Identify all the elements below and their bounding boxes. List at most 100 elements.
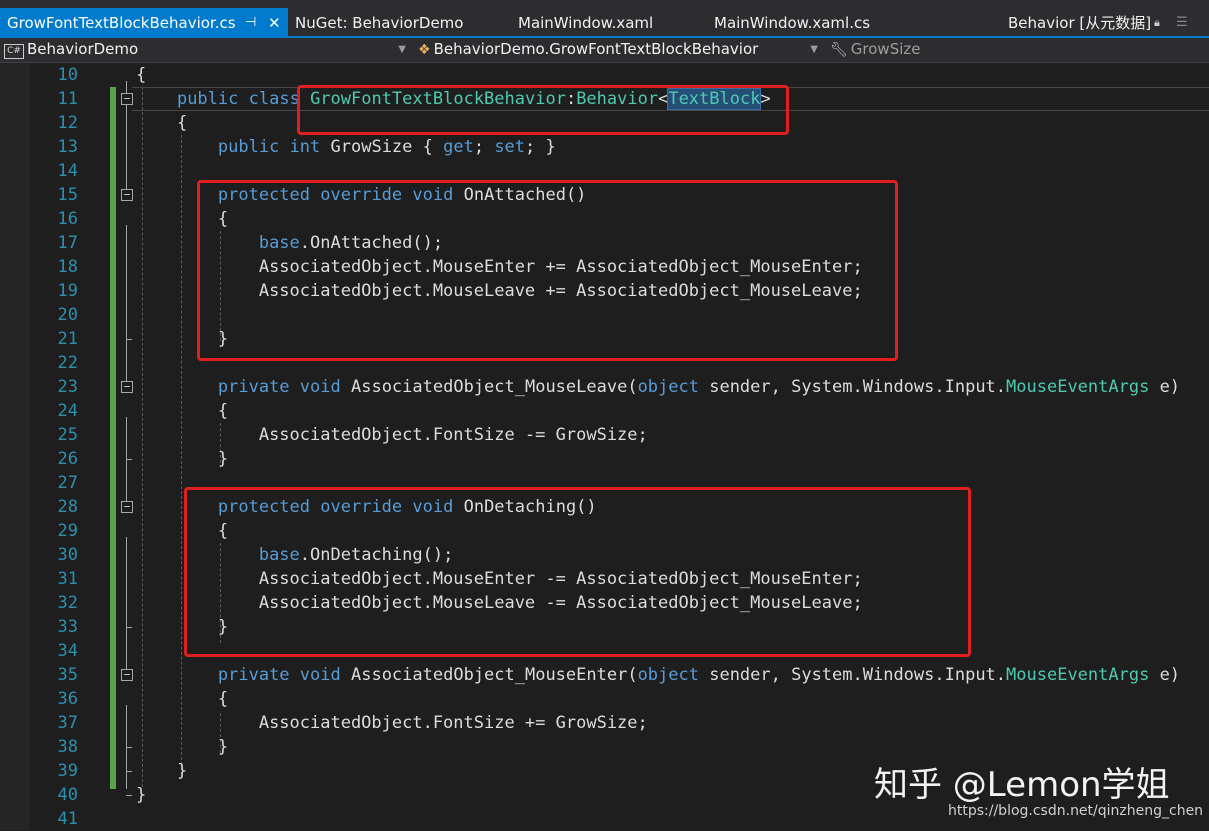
line-number: 39 <box>57 761 78 781</box>
code-token: e) <box>1149 665 1181 685</box>
line-number: 13 <box>57 137 78 157</box>
keyword-token: void <box>299 665 341 685</box>
tab-overflow-menu-icon[interactable]: ☰ <box>1176 8 1188 38</box>
keyword-token: object <box>637 665 699 685</box>
code-line[interactable]: } <box>136 447 228 471</box>
code-line[interactable]: { <box>136 63 146 87</box>
highlight-box-class-declaration <box>297 85 789 135</box>
type-dropdown[interactable]: ❖ BehaviorDemo.GrowFontTextBlockBehavior … <box>418 38 824 61</box>
line-number: 23 <box>57 377 78 397</box>
keyword-token: get <box>443 137 474 157</box>
type-token: MouseEventArgs <box>1006 377 1150 397</box>
code-line[interactable]: AssociatedObject.FontSize -= GrowSize; <box>136 423 648 447</box>
code-token: { <box>217 689 229 709</box>
line-number: 15 <box>57 185 78 205</box>
code-token: } <box>176 761 188 781</box>
outline-line <box>126 537 127 669</box>
code-line[interactable]: private void AssociatedObject_MouseLeave… <box>136 375 1180 399</box>
line-number: 10 <box>57 65 78 85</box>
line-number: 35 <box>57 665 78 685</box>
keyword-token: private <box>217 665 290 685</box>
keyword-token: void <box>299 377 341 397</box>
outline-end-tick <box>126 627 132 628</box>
property-wrench-icon: 🔧︎ <box>830 42 848 58</box>
code-token: AssociatedObject.FontSize -= GrowSize; <box>258 425 648 445</box>
keyword-token: public <box>217 137 280 157</box>
outline-end-tick <box>126 795 132 796</box>
line-number: 29 <box>57 521 78 541</box>
line-number: 36 <box>57 689 78 709</box>
code-token: { <box>217 401 229 421</box>
line-number: 27 <box>57 473 78 493</box>
code-line[interactable]: } <box>136 759 187 783</box>
code-token: AssociatedObject_MouseLeave( <box>340 377 638 397</box>
code-line[interactable]: public int GrowSize { get; set; } <box>136 135 556 159</box>
line-number: 30 <box>57 545 78 565</box>
line-number: 34 <box>57 641 78 661</box>
code-line[interactable]: { <box>136 111 187 135</box>
line-number: 19 <box>57 281 78 301</box>
code-editor[interactable]: 10 11 12 13 14 15 16 17 18 19 20 21 22 23 24 25 26 27 28 29… <box>0 63 1209 830</box>
csharp-project-icon: C# <box>4 44 24 59</box>
line-number: 12 <box>57 113 78 133</box>
outline-end-tick <box>126 747 132 748</box>
code-line[interactable]: private void AssociatedObject_MouseEnter… <box>136 663 1180 687</box>
change-tracking-bar <box>110 87 116 789</box>
tab-growfonttextblockbehavior-cs[interactable]: GrowFontTextBlockBehavior.cs ⊣ ✕ <box>0 8 288 38</box>
project-dropdown[interactable]: C# BehaviorDemo ▼ <box>4 38 412 61</box>
keyword-token: public <box>176 89 239 109</box>
type-name: BehaviorDemo.GrowFontTextBlockBehavior <box>433 40 759 58</box>
chevron-down-icon: ▼ <box>810 44 818 55</box>
line-number: 31 <box>57 569 78 589</box>
code-token: } <box>136 785 147 805</box>
outline-line <box>126 81 127 93</box>
code-line[interactable]: } <box>136 735 228 759</box>
code-line[interactable]: { <box>136 399 228 423</box>
pin-icon[interactable]: ⊣ <box>245 8 256 38</box>
collapse-icon[interactable]: − <box>121 669 133 681</box>
line-number: 40 <box>57 785 78 805</box>
project-name: BehaviorDemo <box>27 40 139 58</box>
highlight-box-ondetaching <box>184 487 971 657</box>
line-number: 17 <box>57 233 78 253</box>
keyword-token: class <box>248 89 300 109</box>
line-number: 20 <box>57 305 78 325</box>
line-number: 21 <box>57 329 78 349</box>
collapse-icon[interactable]: − <box>121 501 133 513</box>
tab-behavior-metadata[interactable]: Behavior [从元数据] 🔒︎ <box>1008 8 1160 38</box>
code-line[interactable]: AssociatedObject.FontSize += GrowSize; <box>136 711 648 735</box>
keyword-token: private <box>217 377 290 397</box>
type-token: MouseEventArgs <box>1006 665 1150 685</box>
line-number: 38 <box>57 737 78 757</box>
code-line[interactable]: { <box>136 687 228 711</box>
line-number: 41 <box>57 809 78 829</box>
line-number: 25 <box>57 425 78 445</box>
code-token: sender, System.Windows.Input. <box>698 665 1007 685</box>
keyword-token: object <box>637 377 699 397</box>
member-dropdown[interactable]: 🔧︎ GrowSize <box>830 38 1209 61</box>
selection-margin <box>0 63 30 830</box>
keyword-token: set <box>494 137 526 157</box>
outline-line <box>126 105 127 189</box>
csdn-url-watermark: https://blog.csdn.net/qinzheng_chen <box>948 803 1204 819</box>
code-token: { <box>136 65 147 85</box>
code-token: { <box>176 113 188 133</box>
close-icon[interactable]: ✕ <box>268 8 281 38</box>
line-number: 16 <box>57 209 78 229</box>
keyword-token: int <box>289 137 321 157</box>
tab-mainwindow-xaml[interactable]: MainWindow.xaml <box>518 8 653 38</box>
tab-mainwindow-xaml-cs[interactable]: MainWindow.xaml.cs <box>714 8 870 38</box>
collapse-icon[interactable]: − <box>121 189 133 201</box>
code-token: ; } <box>525 137 556 157</box>
lock-icon: 🔒︎ <box>1154 16 1160 29</box>
tab-nuget-behaviordemo[interactable]: NuGet: BehaviorDemo <box>295 8 463 38</box>
code-line[interactable]: } <box>136 783 146 807</box>
outline-end-tick <box>126 459 132 460</box>
document-tab-bar: GrowFontTextBlockBehavior.cs ⊣ ✕ NuGet: … <box>0 0 1209 38</box>
collapse-icon[interactable]: − <box>121 381 133 393</box>
line-number: 24 <box>57 401 78 421</box>
